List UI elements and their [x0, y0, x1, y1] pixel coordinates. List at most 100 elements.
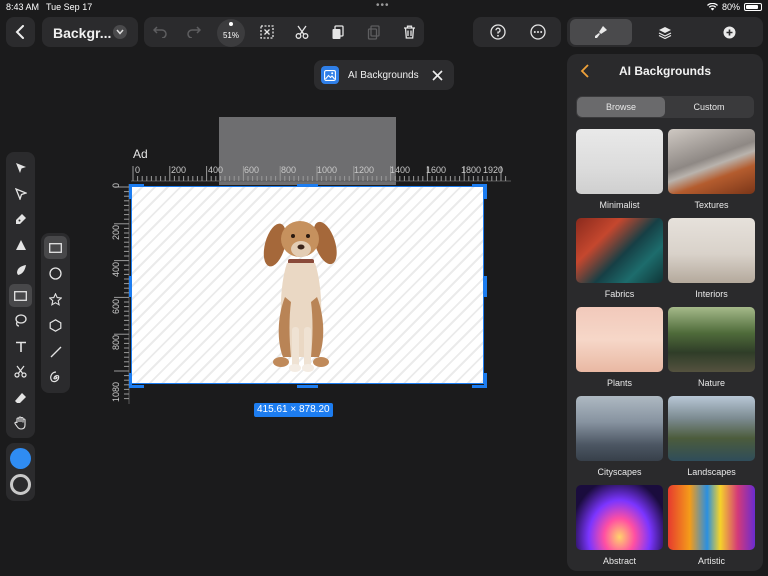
resize-handle-tr[interactable]	[484, 184, 487, 199]
multitask-dots-icon[interactable]: •••	[376, 0, 390, 11]
paste-button[interactable]	[325, 19, 351, 45]
resize-handle-br[interactable]	[484, 373, 487, 388]
direct-select-tool[interactable]	[9, 182, 32, 205]
text-icon	[15, 341, 26, 352]
add-icon	[723, 26, 735, 38]
select-tool[interactable]	[9, 156, 32, 179]
shape-ellipse[interactable]	[44, 262, 67, 285]
resize-handle-tl[interactable]	[129, 184, 132, 199]
rectangle-tool[interactable]	[9, 284, 32, 307]
eraser-tool[interactable]	[9, 386, 32, 409]
brush-tool[interactable]	[9, 258, 32, 281]
ruler-top-label: 1400	[390, 165, 411, 175]
ruler-top-label: 600	[244, 165, 260, 175]
resize-handle-bottom[interactable]	[297, 385, 318, 388]
fill-color-swatch[interactable]	[10, 448, 31, 469]
category-card-landscapes[interactable]: Landscapes	[668, 396, 755, 477]
ruler-left-label: 600	[111, 298, 121, 314]
back-button[interactable]	[6, 17, 35, 47]
selection-dimensions: 415.61 × 878.20	[254, 403, 333, 417]
category-card-nature[interactable]: Nature	[668, 307, 755, 388]
spiral-icon	[50, 371, 60, 383]
category-card-interiors[interactable]: Interiors	[668, 218, 755, 299]
ruler-left-label: 800	[111, 334, 121, 350]
tab-add[interactable]	[698, 19, 760, 45]
category-card-cityscapes[interactable]: Cityscapes	[576, 396, 663, 477]
category-label: Cityscapes	[597, 467, 642, 477]
browse-custom-segmented-control: Browse Custom	[576, 96, 754, 118]
category-card-minimalist[interactable]: Minimalist	[576, 129, 663, 210]
vector-brush-tool[interactable]	[9, 233, 32, 256]
panel-tab-bar	[567, 17, 763, 47]
category-thumbnail	[576, 485, 663, 550]
lasso-icon	[15, 314, 27, 327]
scissors-tool[interactable]	[9, 360, 32, 383]
deselect-button[interactable]	[254, 19, 280, 45]
category-label: Minimalist	[599, 200, 640, 210]
ruler-left-label: 0	[111, 182, 121, 188]
resize-handle-left[interactable]	[129, 276, 132, 297]
category-label: Landscapes	[687, 467, 736, 477]
redo-button[interactable]	[181, 19, 207, 45]
brush-icon	[16, 264, 26, 275]
ruler-top-label: 200	[171, 165, 187, 175]
panel-title: AI Backgrounds	[618, 64, 711, 78]
category-card-textures[interactable]: Textures	[668, 129, 755, 210]
more-button[interactable]	[525, 19, 551, 45]
stroke-color-swatch[interactable]	[10, 474, 31, 495]
lasso-tool[interactable]	[9, 309, 32, 332]
shape-line[interactable]	[44, 340, 67, 363]
category-label: Nature	[697, 378, 725, 388]
pen-tool[interactable]	[9, 207, 32, 230]
category-thumbnail	[576, 218, 663, 283]
chevron-down-icon[interactable]	[113, 25, 127, 39]
ruler-left: 0 200 400 600 800 1080	[108, 183, 130, 404]
zoom-level: 51%	[222, 30, 239, 40]
deselect-icon	[260, 25, 274, 39]
shape-spiral[interactable]	[44, 366, 67, 389]
category-thumbnail	[576, 396, 663, 461]
shape-star[interactable]	[44, 288, 67, 311]
line-icon	[50, 346, 61, 357]
select-icon	[15, 162, 26, 173]
artboard-label[interactable]: Ad	[133, 147, 148, 161]
shape-polygon[interactable]	[44, 314, 67, 337]
segment-custom[interactable]: Custom	[665, 97, 753, 117]
copy-button[interactable]	[361, 19, 387, 45]
vector-brush-icon	[15, 239, 26, 250]
layers-icon	[658, 26, 672, 39]
ruler-left-label: 400	[111, 261, 121, 277]
undo-button[interactable]	[147, 19, 173, 45]
category-card-abstract[interactable]: Abstract	[576, 485, 663, 566]
zoom-level-button[interactable]: 51%	[217, 19, 245, 47]
tab-design[interactable]	[570, 19, 632, 45]
segment-browse[interactable]: Browse	[577, 97, 665, 117]
tab-layers[interactable]	[634, 19, 696, 45]
category-card-artistic[interactable]: Artistic	[668, 485, 755, 566]
resize-handle-bl[interactable]	[129, 373, 132, 388]
popover-close-button[interactable]	[424, 62, 450, 88]
redo-icon	[187, 26, 201, 38]
ai-backgrounds-popover: AI Backgrounds	[314, 60, 454, 90]
help-button[interactable]	[485, 19, 511, 45]
resize-handle-right[interactable]	[484, 276, 487, 297]
ruler-top: 0 200 400 600 800 1000 1200 1400 1600 18…	[131, 160, 511, 182]
popover-label: AI Backgrounds	[348, 70, 419, 81]
category-label: Interiors	[695, 289, 728, 299]
dog-image[interactable]	[261, 217, 341, 382]
back-icon	[15, 25, 24, 39]
text-tool[interactable]	[9, 335, 32, 358]
category-card-plants[interactable]: Plants	[576, 307, 663, 388]
ellipse-icon	[49, 267, 62, 280]
copy-icon	[367, 24, 380, 40]
status-bar: 8:43 AM Tue Sep 17 ••• 80%	[0, 0, 768, 14]
resize-handle-top[interactable]	[297, 184, 318, 187]
cut-button[interactable]	[289, 19, 315, 45]
hand-tool[interactable]	[9, 411, 32, 434]
artboard[interactable]	[131, 187, 484, 383]
battery-icon	[744, 3, 762, 11]
delete-button[interactable]	[396, 19, 422, 45]
shape-rectangle[interactable]	[44, 236, 67, 259]
category-card-fabrics[interactable]: Fabrics	[576, 218, 663, 299]
ruler-top-label: 400	[208, 165, 224, 175]
